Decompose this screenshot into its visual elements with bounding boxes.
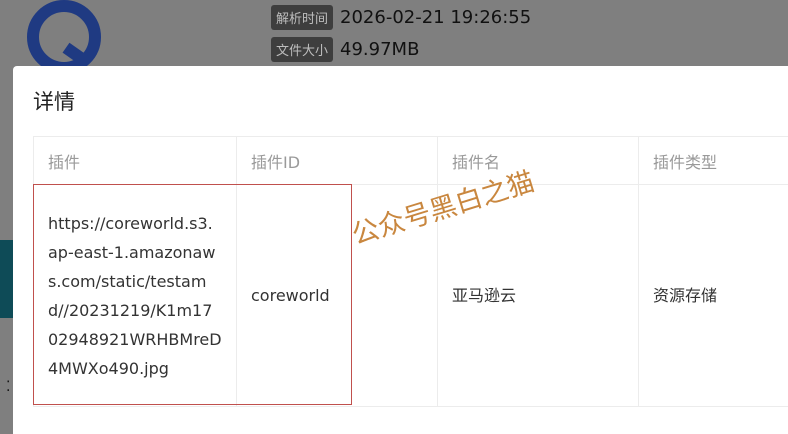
cell-plugin-type: 资源存储	[638, 184, 788, 407]
column-header-plugin-type: 插件类型	[638, 136, 788, 185]
background-side-strip	[0, 240, 13, 318]
background-fragment: ⁚	[6, 379, 11, 395]
details-modal: 详情 插件 插件ID 插件名 插件类型 https://coreworld.s3…	[13, 66, 788, 434]
column-header-plugin: 插件	[33, 136, 237, 185]
table-header-row: 插件 插件ID 插件名 插件类型	[33, 136, 788, 185]
file-size-label: 文件大小	[271, 37, 334, 62]
column-header-plugin-id: 插件ID	[236, 136, 438, 185]
app-logo-icon	[27, 0, 101, 74]
parse-time-value: 2026-02-21 19:26:55	[340, 7, 532, 28]
file-size-value: 49.97MB	[340, 39, 420, 60]
cell-plugin-url[interactable]: https://coreworld.s3.ap-east-1.amazonaws…	[33, 184, 237, 407]
parse-time-row: 解析时间 2026-02-21 19:26:55	[271, 5, 531, 30]
parse-time-label: 解析时间	[271, 5, 334, 30]
modal-title: 详情	[33, 90, 75, 114]
file-size-row: 文件大小 49.97MB	[271, 37, 419, 62]
plugins-table: 插件 插件ID 插件名 插件类型 https://coreworld.s3.ap…	[33, 136, 788, 407]
